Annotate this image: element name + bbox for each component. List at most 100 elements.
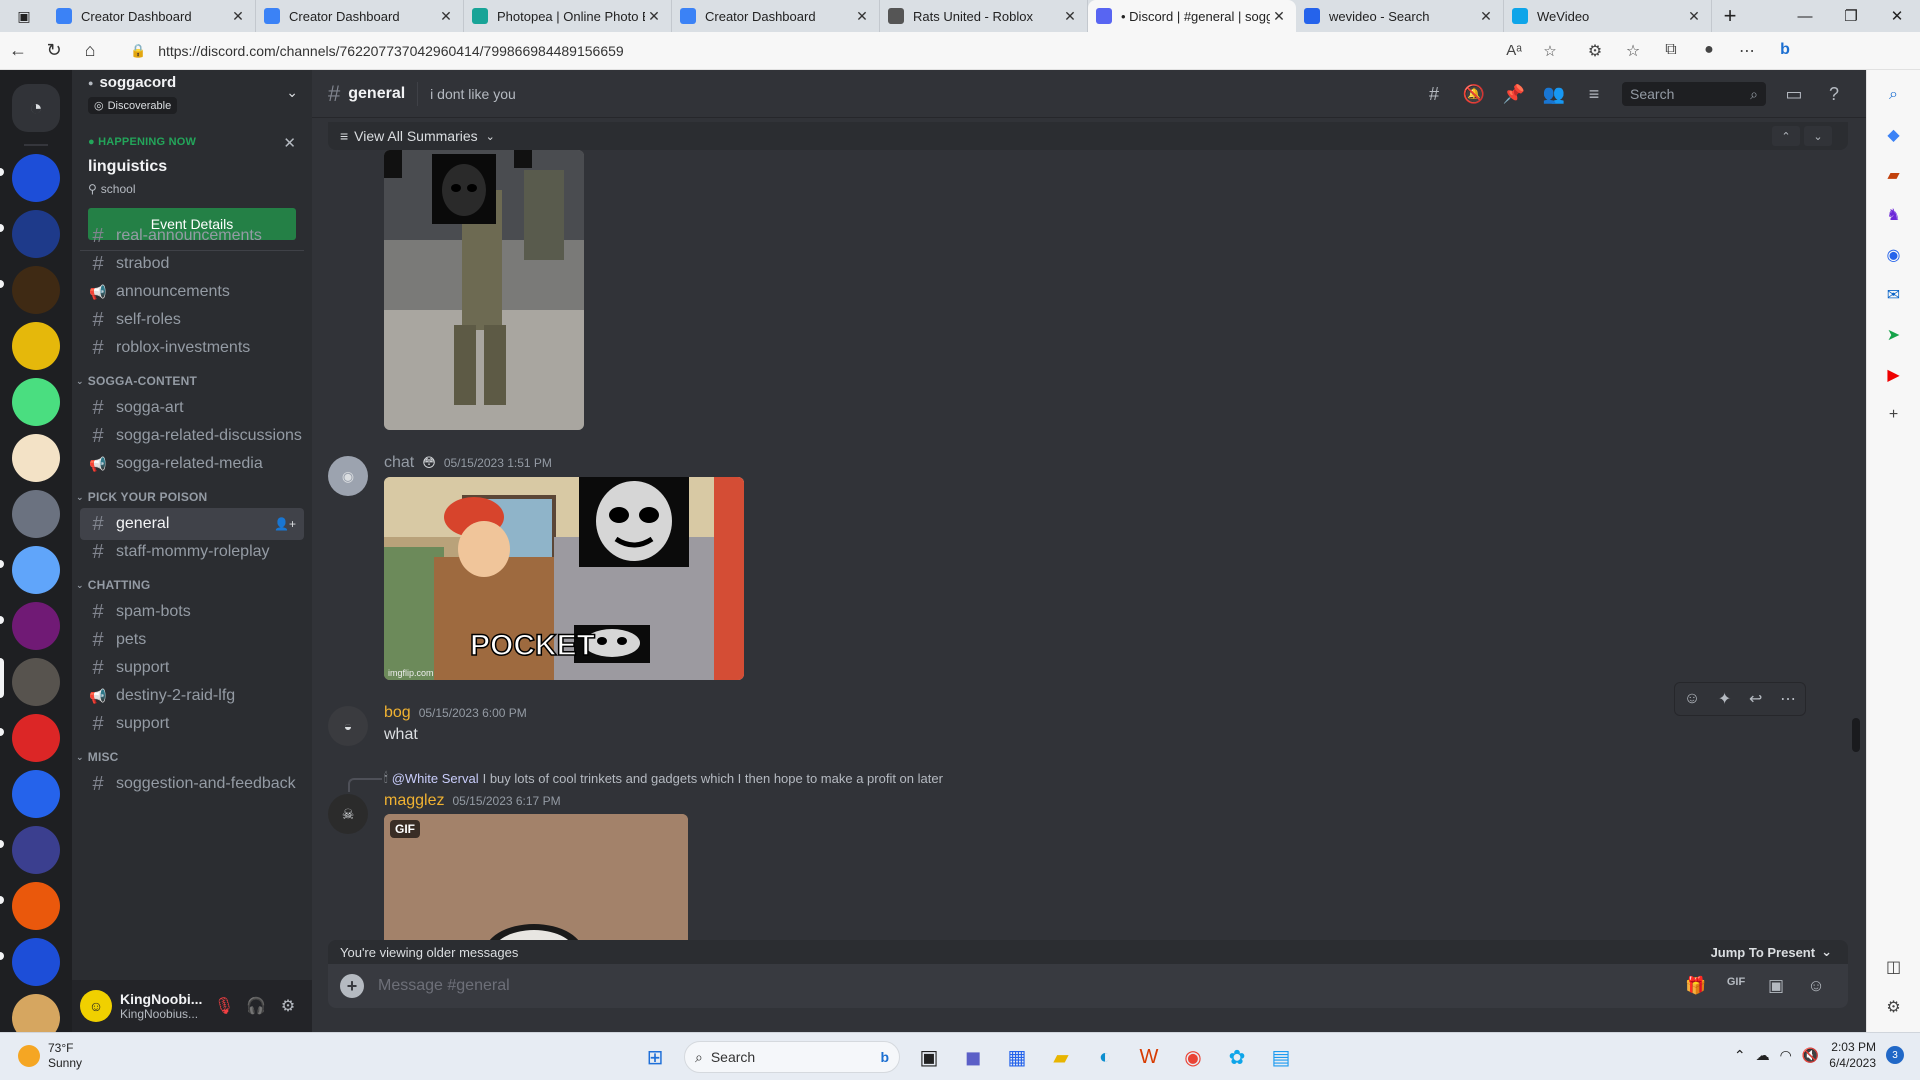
games-icon[interactable]: ♞ bbox=[1879, 200, 1909, 230]
tab-close-icon[interactable]: ✕ bbox=[437, 8, 455, 25]
summaries-icon[interactable]: ≡ bbox=[1574, 84, 1614, 105]
reply-mention[interactable]: @White Serval bbox=[392, 771, 479, 786]
category-header[interactable]: ⌄ MISC bbox=[76, 750, 119, 764]
channel-topic[interactable]: i dont like you bbox=[430, 86, 516, 102]
server-icon-soggacord[interactable] bbox=[12, 658, 60, 706]
server-icon[interactable] bbox=[12, 266, 60, 314]
channel-item[interactable]: # staff-mommy-roleplay bbox=[80, 536, 304, 568]
read-aloud-icon[interactable]: Aᵃ bbox=[1496, 42, 1532, 59]
server-icon[interactable] bbox=[12, 770, 60, 818]
server-icon[interactable] bbox=[12, 434, 60, 482]
headphones-icon[interactable]: 🎧 bbox=[240, 990, 272, 1022]
channel-item[interactable]: # support bbox=[80, 708, 304, 740]
chevron-down-icon[interactable]: ⌄ bbox=[286, 84, 298, 101]
extensions-icon[interactable]: ⚙ bbox=[1576, 41, 1614, 61]
discord-home-icon[interactable]: ◔ bbox=[12, 84, 60, 132]
app-icon[interactable]: ▤ bbox=[1262, 1039, 1300, 1075]
sticker-icon[interactable]: ▣ bbox=[1756, 976, 1796, 996]
browser-tab[interactable]: Creator Dashboard ✕ bbox=[256, 0, 464, 32]
member-list-icon[interactable]: 👥 bbox=[1534, 84, 1574, 105]
tab-close-icon[interactable]: ✕ bbox=[645, 8, 663, 25]
drop-icon[interactable]: ➤ bbox=[1879, 320, 1909, 350]
chrome-icon[interactable]: ◉ bbox=[1174, 1039, 1212, 1075]
summaries-bar[interactable]: ≡ View All Summaries ⌄ ⌃ ⌄ bbox=[328, 122, 1848, 150]
channel-item[interactable]: 📢 sogga-related-media bbox=[80, 448, 304, 480]
notification-bell-muted-icon[interactable]: 🔕 bbox=[1454, 84, 1494, 105]
message-image[interactable] bbox=[384, 150, 584, 430]
server-icon[interactable] bbox=[12, 602, 60, 650]
edge-icon[interactable]: ◐ bbox=[1086, 1039, 1124, 1075]
server-icon[interactable] bbox=[12, 322, 60, 370]
server-icon[interactable] bbox=[12, 714, 60, 762]
clock[interactable]: 2:03 PM 6/4/2023 bbox=[1829, 1039, 1876, 1071]
user-info[interactable]: KingNoobi... KingNoobius... bbox=[120, 991, 208, 1021]
photos-icon[interactable]: ✿ bbox=[1218, 1039, 1256, 1075]
browser-tab[interactable]: Creator Dashboard ✕ bbox=[48, 0, 256, 32]
profile-icon[interactable]: ● bbox=[1690, 41, 1728, 61]
tab-close-icon[interactable]: ✕ bbox=[853, 8, 871, 25]
outlook-icon[interactable]: ✉ bbox=[1879, 280, 1909, 310]
windows-start-icon[interactable]: ⊞ bbox=[636, 1039, 674, 1075]
browser-tab[interactable]: Rats United - Roblox ✕ bbox=[880, 0, 1088, 32]
add-member-icon[interactable]: 👤+ bbox=[274, 517, 296, 531]
office-icon[interactable]: ◉ bbox=[1879, 240, 1909, 270]
attach-plus-icon[interactable]: + bbox=[340, 974, 364, 998]
message-gif[interactable]: GIF bbox=[384, 814, 688, 940]
message-image[interactable]: POCKET imgflip.com bbox=[384, 477, 744, 680]
wifi-icon[interactable]: ◠ bbox=[1780, 1047, 1792, 1064]
server-icon[interactable] bbox=[12, 378, 60, 426]
threads-icon[interactable]: # bbox=[1414, 84, 1454, 105]
shopping-icon[interactable]: ◆ bbox=[1879, 120, 1909, 150]
gif-picker-icon[interactable]: GIF bbox=[1716, 976, 1756, 996]
favorite-star-icon[interactable]: ☆ bbox=[1532, 42, 1568, 60]
minimize-icon[interactable]: — bbox=[1782, 0, 1828, 32]
home-icon[interactable]: ⌂ bbox=[72, 36, 108, 66]
chevron-up-icon[interactable]: ⌃ bbox=[1734, 1047, 1746, 1064]
server-icon[interactable] bbox=[12, 210, 60, 258]
browser-tab[interactable]: Creator Dashboard ✕ bbox=[672, 0, 880, 32]
message-author[interactable]: bog bbox=[384, 704, 411, 722]
taskbar-search[interactable]: ⌕ Search b bbox=[684, 1041, 900, 1073]
category-header[interactable]: ⌄ PICK YOUR POISON bbox=[76, 490, 207, 504]
collections-icon[interactable]: ⧉ bbox=[1652, 41, 1690, 61]
scrollbar[interactable] bbox=[1852, 718, 1860, 752]
more-icon[interactable]: ⋯ bbox=[1780, 689, 1796, 709]
notification-badge[interactable]: 3 bbox=[1886, 1046, 1904, 1064]
gear-icon[interactable]: ⚙ bbox=[272, 990, 304, 1022]
tab-actions-icon[interactable]: ▣ bbox=[0, 0, 48, 32]
add-reaction-icon[interactable]: ☺ bbox=[1684, 690, 1700, 708]
avatar[interactable]: ◒ bbox=[328, 706, 368, 746]
bing-copilot-icon[interactable]: b bbox=[1766, 41, 1804, 61]
guild-header[interactable]: ● soggacord ⌄ ◎ Discoverable bbox=[72, 70, 312, 118]
favorites-icon[interactable]: ☆ bbox=[1614, 41, 1652, 61]
channel-item[interactable]: # roblox-investments bbox=[80, 332, 304, 364]
search-icon[interactable]: ⌕ bbox=[1879, 80, 1909, 110]
category-header[interactable]: ⌄ CHATTING bbox=[76, 578, 150, 592]
tab-close-icon[interactable]: ✕ bbox=[1270, 8, 1288, 25]
sidebar-settings-icon[interactable]: ⚙ bbox=[1879, 992, 1909, 1022]
chevron-down-icon[interactable]: ⌄ bbox=[1804, 126, 1832, 146]
volume-muted-icon[interactable]: 🔇 bbox=[1802, 1047, 1819, 1064]
close-icon[interactable]: ✕ bbox=[283, 134, 296, 152]
emoji-icon[interactable]: ☺ bbox=[1796, 976, 1836, 996]
browser-tab[interactable]: wevideo - Search ✕ bbox=[1296, 0, 1504, 32]
reply-icon[interactable]: ↩ bbox=[1749, 689, 1762, 709]
avatar[interactable]: ☺ bbox=[80, 990, 112, 1022]
browser-tab[interactable]: WeVideo ✕ bbox=[1504, 0, 1712, 32]
more-icon[interactable]: ⋯ bbox=[1728, 41, 1766, 61]
server-icon[interactable] bbox=[12, 994, 60, 1032]
avatar[interactable]: ☠ bbox=[328, 794, 368, 834]
server-icon[interactable] bbox=[12, 882, 60, 930]
message-author[interactable]: chat bbox=[384, 454, 414, 472]
weather-widget[interactable]: 73°F Sunny bbox=[18, 1041, 82, 1071]
tab-close-icon[interactable]: ✕ bbox=[229, 8, 247, 25]
refresh-icon[interactable]: ↻ bbox=[36, 36, 72, 66]
tab-close-icon[interactable]: ✕ bbox=[1061, 8, 1079, 25]
file-explorer-icon[interactable]: ▰ bbox=[1042, 1039, 1080, 1075]
restore-icon[interactable]: ❐ bbox=[1828, 0, 1874, 32]
jump-to-present-button[interactable]: Jump To Present ⌄ bbox=[1711, 944, 1832, 960]
channel-item[interactable]: # soggestion-and-feedback bbox=[80, 768, 304, 800]
server-icon[interactable] bbox=[12, 826, 60, 874]
store-icon[interactable]: ▦ bbox=[998, 1039, 1036, 1075]
youtube-icon[interactable]: ▶ bbox=[1879, 360, 1909, 390]
